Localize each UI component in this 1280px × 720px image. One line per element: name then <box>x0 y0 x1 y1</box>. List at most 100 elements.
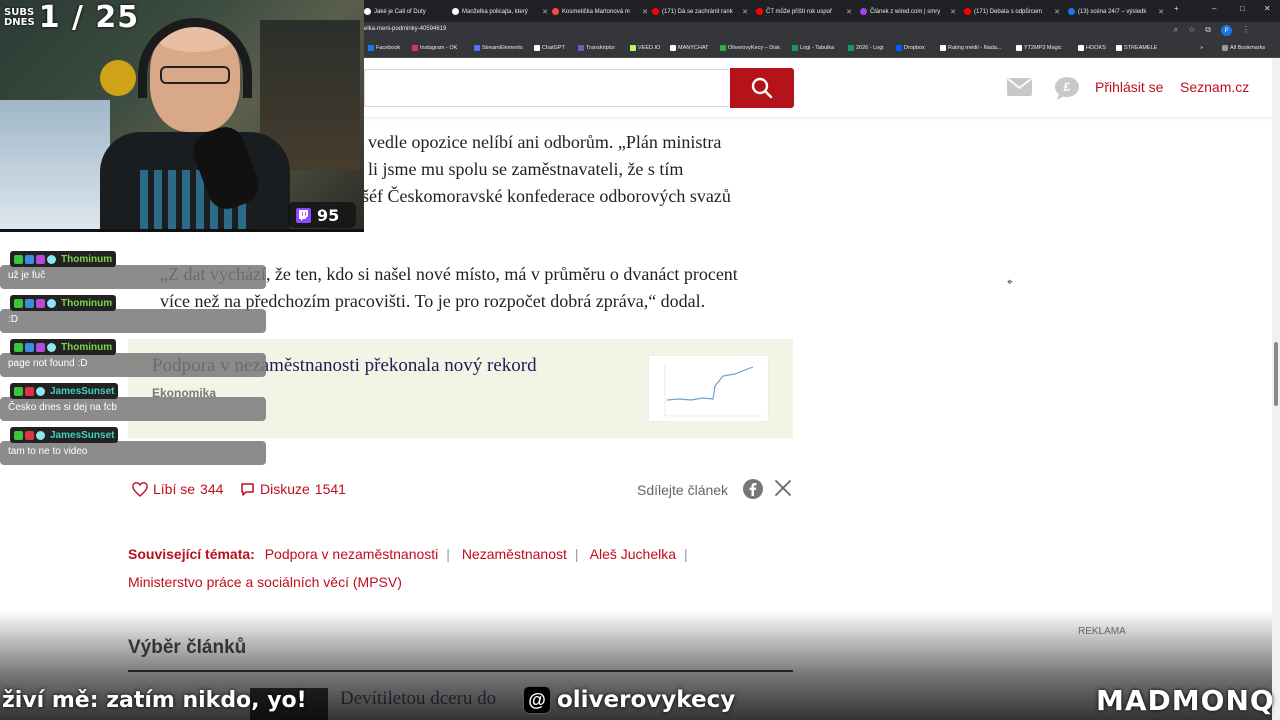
extensions-icon[interactable]: ⧉ <box>1205 25 1211 36</box>
bookmark-item[interactable]: YT2MP3 Magic <box>1016 45 1062 51</box>
bookmark-label: ChatGPT <box>542 45 565 51</box>
zoom-icon[interactable]: ⌕ <box>1174 25 1178 36</box>
x-twitter-icon[interactable] <box>774 479 792 497</box>
close-icon[interactable]: ✕ <box>846 8 856 16</box>
bookmark-favicon-icon <box>940 45 946 51</box>
new-tab-icon[interactable]: + <box>1174 4 1179 13</box>
topic-link[interactable]: Ministerstvo práce a sociálních věcí (MP… <box>128 574 402 590</box>
bookmark-item[interactable]: Facebook <box>368 45 400 51</box>
bookmark-label: Transkriptor <box>586 45 616 51</box>
tab-favicon <box>756 8 763 15</box>
discussion-button[interactable]: Diskuze 1541 <box>240 481 346 497</box>
browser-tab[interactable]: ČT může příští rok uspoř ✕ <box>756 3 856 20</box>
bookmark-item[interactable]: MANYCHAT <box>670 45 708 51</box>
heart-icon <box>132 481 148 497</box>
chat-username: JamesSunset <box>50 429 115 441</box>
all-bookmarks[interactable]: All Bookmarks <box>1222 45 1265 51</box>
wallet-coin-icon[interactable]: £ <box>1054 76 1080 100</box>
badge-icon <box>14 430 23 440</box>
bookmark-label: HOOKS <box>1086 45 1106 51</box>
bookmark-star-icon[interactable]: ☆ <box>1188 25 1195 36</box>
related-article-thumbnail[interactable] <box>648 355 769 422</box>
browser-tab[interactable]: Kosmetička Martonová m ✕ <box>552 3 652 20</box>
badge-icon <box>14 298 23 308</box>
bookmark-favicon-icon <box>534 45 540 51</box>
topic-link[interactable]: Podpora v nezaměstnanosti <box>265 546 439 562</box>
browser-tab[interactable]: (13) scéna 24/7 – výsledk ✕ <box>1068 3 1168 20</box>
viewer-count: 95 <box>317 205 340 225</box>
close-icon[interactable]: ✕ <box>950 8 960 16</box>
topic-link[interactable]: Nezaměstnanost <box>462 546 567 562</box>
discussion-label: Diskuze <box>260 481 310 497</box>
bookmark-item[interactable]: Dropbox <box>896 45 925 51</box>
mail-icon[interactable] <box>1007 78 1032 96</box>
profile-avatar[interactable]: P <box>1221 25 1232 36</box>
browser-tab[interactable]: Jaké je Call of Duty <box>364 3 452 20</box>
close-icon[interactable]: ✕ <box>742 8 752 16</box>
badge-icon <box>36 298 45 308</box>
webcam-overlay: SUBS DNES 1 / 25 95 <box>0 0 364 232</box>
bookmark-item[interactable]: Instagram - OK <box>412 45 457 51</box>
bookmark-favicon-icon <box>720 45 726 51</box>
bookmark-item[interactable]: Transkriptor <box>578 45 615 51</box>
bookmark-label: Rating médií - Nada... <box>948 45 1002 51</box>
folder-icon <box>1222 45 1228 51</box>
bookmark-label: STREAMELE <box>1124 45 1158 51</box>
login-link[interactable]: Přihlásit se <box>1095 79 1163 95</box>
comment-icon <box>241 482 254 496</box>
chat-username-badge: JamesSunset <box>10 383 119 399</box>
discussion-count: 1541 <box>314 481 346 497</box>
tab-favicon <box>364 8 371 15</box>
bookmark-item[interactable]: HOOKS <box>1078 45 1106 51</box>
bookmark-favicon-icon <box>368 45 374 51</box>
search-input[interactable] <box>364 69 730 107</box>
threads-icon: @ <box>523 686 551 714</box>
bookmark-item[interactable]: 2026 - Logi <box>848 45 884 51</box>
related-topics: Související témata: Podpora v nezaměstna… <box>128 540 793 596</box>
close-icon[interactable]: ✕ <box>1158 8 1168 16</box>
more-bookmarks-icon[interactable]: » <box>1200 45 1203 51</box>
browser-tab[interactable]: (171) Debata s odpůrcem ✕ <box>964 3 1064 20</box>
tab-favicon <box>452 8 459 15</box>
bookmark-favicon-icon <box>1116 45 1122 51</box>
bookmark-favicon-icon <box>474 45 480 51</box>
tab-favicon <box>1068 8 1075 15</box>
badge-icon <box>25 298 34 308</box>
tab-title: (13) scéna 24/7 – výsledk <box>1078 8 1147 15</box>
maximize-icon[interactable]: □ <box>1240 4 1245 13</box>
chat-message-text: tam to ne to video <box>0 441 266 465</box>
more-menu-icon[interactable]: ⋮ <box>1242 25 1250 36</box>
facebook-icon[interactable] <box>743 479 763 499</box>
bookmark-label: Logi - Tabulka <box>800 45 835 51</box>
browser-tab[interactable]: Manželka policajta, který ✕ <box>452 3 552 20</box>
topic-link[interactable]: Aleš Juchelka <box>590 546 676 562</box>
bookmark-item[interactable]: StreamElements <box>474 45 523 51</box>
bookmark-item[interactable]: Rating médií - Nada... <box>940 45 1002 51</box>
bookmark-item[interactable]: VEED.IO <box>630 45 660 51</box>
tab-favicon <box>964 8 971 15</box>
topic-separator: | <box>684 546 688 562</box>
bookmark-item[interactable]: OliverovyKecy – Disk <box>720 45 780 51</box>
close-icon[interactable]: ✕ <box>542 8 552 16</box>
badge-icon <box>47 254 56 264</box>
close-icon[interactable]: ✕ <box>642 8 652 16</box>
subs-badge-line: DNES <box>4 16 35 28</box>
window-close-icon[interactable]: ✕ <box>1264 4 1271 13</box>
browser-tab[interactable]: Článek z wired.com | smry ✕ <box>860 3 960 20</box>
bookmark-item[interactable]: Logi - Tabulka <box>792 45 834 51</box>
bookmark-label: YT2MP3 Magic <box>1024 45 1062 51</box>
browser-tab[interactable]: (171) Dá se zachránit rank ✕ <box>652 3 752 20</box>
search-button[interactable] <box>730 68 794 108</box>
seznam-link[interactable]: Seznam.cz <box>1180 79 1249 95</box>
close-icon[interactable]: ✕ <box>1054 8 1064 16</box>
url-text[interactable]: elka-meni-podminky-40594619 <box>364 26 446 32</box>
bookmark-item[interactable]: STREAMELE <box>1116 45 1157 51</box>
social-handle: @ oliverovykecy <box>523 686 735 714</box>
bookmark-item[interactable]: ChatGPT <box>534 45 565 51</box>
article-paragraph-line: vedle opozice nelíbí ani odborům. „Plán … <box>368 132 722 152</box>
scrollbar-thumb[interactable] <box>1274 342 1278 406</box>
twitch-icon <box>296 207 311 223</box>
minimize-icon[interactable]: – <box>1212 4 1216 13</box>
like-button[interactable]: Líbí se 344 <box>132 481 223 497</box>
bookmark-favicon-icon <box>848 45 854 51</box>
